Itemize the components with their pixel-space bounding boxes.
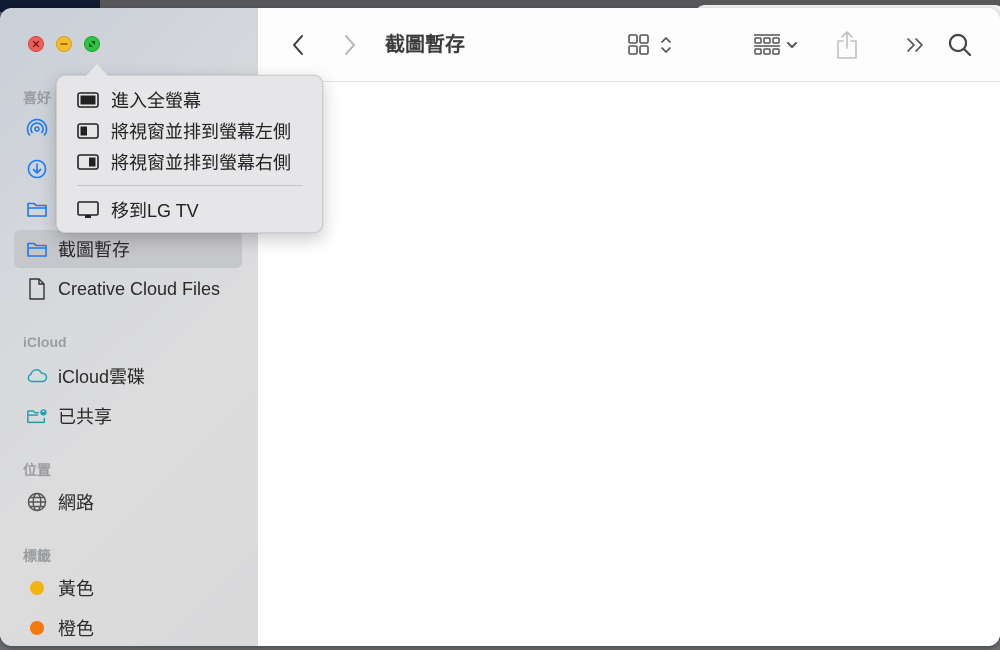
locations-heading: 位置 [23, 462, 51, 478]
sidebar-item-network[interactable]: 網路 [14, 483, 242, 521]
share-icon [837, 31, 857, 59]
icloud-heading: iCloud [23, 334, 67, 350]
shared-folder-icon [26, 405, 48, 427]
downloads-icon [26, 158, 48, 180]
sidebar-item-tag-yellow[interactable]: 黃色 [14, 569, 242, 607]
file-list-area[interactable] [258, 83, 1000, 646]
chevron-right-icon [345, 35, 355, 55]
sidebar-item-label: 已共享 [58, 407, 112, 427]
menu-item-tile-left[interactable]: 將視窗並排到螢幕左側 [77, 117, 291, 145]
double-chevron-right-icon [907, 38, 923, 52]
menu-item-tile-right[interactable]: 將視窗並排到螢幕右側 [77, 148, 291, 176]
cloud-icon [26, 365, 48, 387]
menu-item-label: 移到LG TV [111, 201, 199, 221]
search-button[interactable] [946, 30, 974, 60]
window-title: 截圖暫存 [385, 34, 465, 56]
close-button[interactable] [28, 36, 44, 52]
popover-arrow [86, 64, 108, 76]
group-by-icon [754, 34, 797, 55]
fullscreen-window-icon [77, 91, 99, 109]
fullscreen-icon [89, 41, 95, 47]
forward-button[interactable] [338, 30, 362, 60]
menu-item-label: 將視窗並排到螢幕右側 [111, 153, 291, 173]
group-by-button[interactable] [752, 30, 804, 60]
folder-icon [26, 238, 48, 260]
tag-orange-icon [26, 617, 48, 639]
fullscreen-button[interactable] [84, 36, 100, 52]
sidebar-item-label: Creative Cloud Files [58, 278, 221, 299]
globe-icon [26, 491, 48, 513]
sidebar-item-icloud-drive[interactable]: iCloud雲碟 [14, 357, 242, 395]
favorites-heading: 喜好 [23, 90, 51, 106]
menu-item-enter-fullscreen[interactable]: 進入全螢幕 [77, 86, 201, 114]
menu-item-label: 將視窗並排到螢幕左側 [111, 122, 291, 142]
grid-view-icon [628, 34, 671, 55]
tags-heading: 標籤 [23, 548, 51, 564]
minimize-icon [60, 43, 68, 45]
display-icon [77, 201, 99, 219]
sidebar-item-tag-orange[interactable]: 橙色 [14, 609, 242, 646]
sidebar-item-screenshots[interactable]: 截圖暫存 [14, 230, 242, 268]
close-icon [32, 40, 40, 48]
menu-item-label: 進入全螢幕 [111, 91, 201, 111]
tile-left-icon [77, 122, 99, 140]
tile-right-icon [77, 153, 99, 171]
chevron-left-icon [293, 35, 303, 55]
sidebar-item-shared[interactable]: 已共享 [14, 397, 242, 435]
search-icon [948, 33, 972, 57]
document-icon [26, 278, 48, 300]
sidebar-item-label: 黃色 [58, 579, 94, 599]
airdrop-icon [26, 118, 48, 140]
tag-yellow-icon [26, 577, 48, 599]
share-button[interactable] [834, 30, 860, 60]
back-button[interactable] [286, 30, 310, 60]
menu-item-move-to-display[interactable]: 移到LG TV [77, 196, 199, 224]
fullscreen-options-popover: 進入全螢幕 將視窗並排到螢幕左側 將視窗並排到螢幕右側 移到LG TV [56, 64, 323, 233]
view-mode-button[interactable] [626, 30, 678, 60]
menu-separator [77, 185, 303, 186]
sidebar-item-label: 橙色 [58, 619, 94, 639]
sidebar-item-label: 網路 [58, 493, 94, 513]
sidebar-item-creative-cloud[interactable]: Creative Cloud Files [14, 270, 242, 308]
more-toolbar-button[interactable] [904, 30, 928, 60]
folder-icon [26, 198, 48, 220]
sidebar-item-label: iCloud雲碟 [58, 367, 146, 387]
minimize-button[interactable] [56, 36, 72, 52]
traffic-lights [28, 36, 100, 52]
sidebar-item-label: 截圖暫存 [58, 240, 130, 260]
toolbar: 截圖暫存 [258, 8, 1000, 82]
